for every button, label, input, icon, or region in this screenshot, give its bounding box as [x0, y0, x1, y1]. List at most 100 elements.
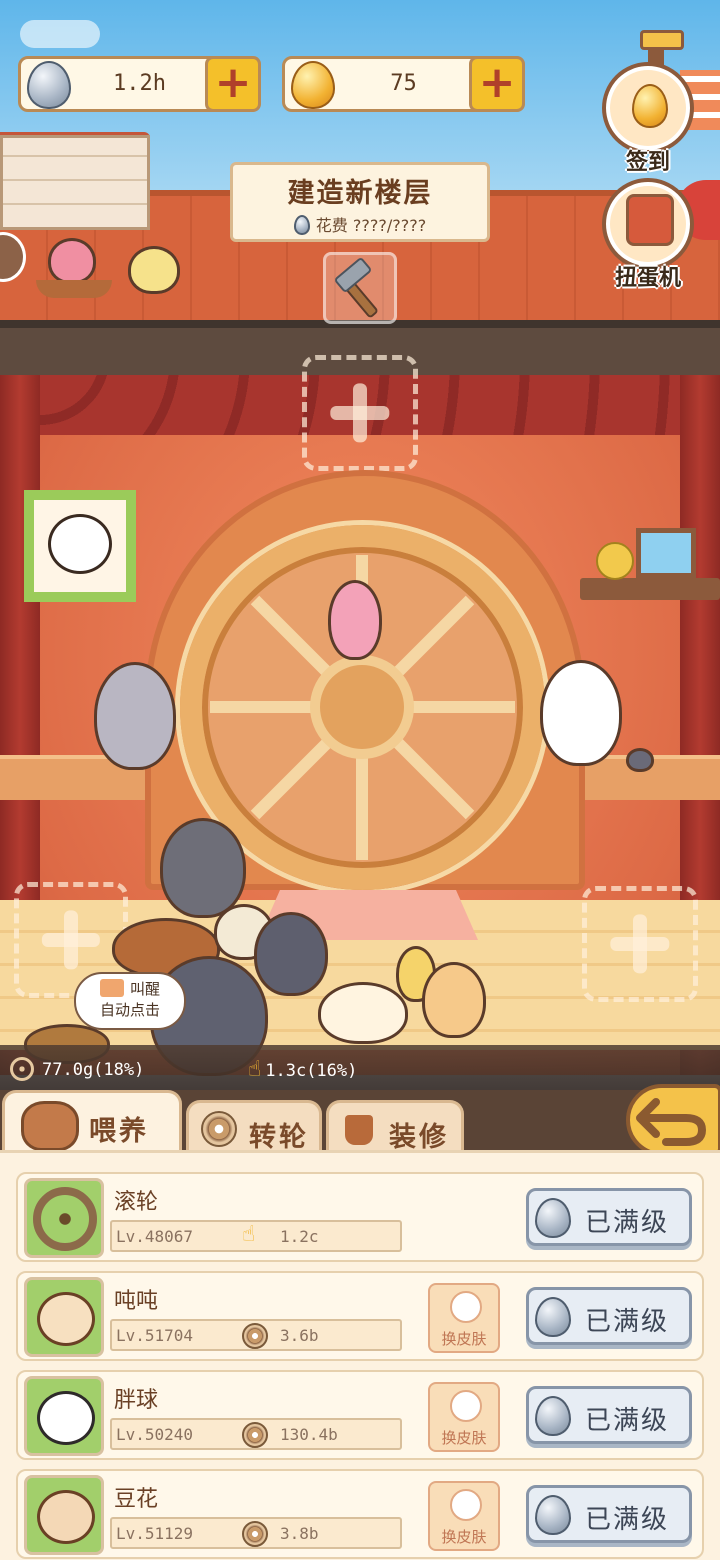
grey-cat-pet[interactable] [160, 818, 246, 918]
chick-pet[interactable] [422, 962, 486, 1038]
max-level-button[interactable]: 已满级 [526, 1188, 692, 1246]
max-level-button[interactable]: 已满级 [526, 1386, 692, 1444]
item-name: 滚轮 [114, 1190, 159, 1215]
dark-bird-pet[interactable] [254, 912, 328, 996]
guinea-pig-pet[interactable] [318, 982, 408, 1044]
pink-bird-pet[interactable] [48, 238, 96, 284]
hamster-icon [37, 1490, 95, 1544]
gold-currency-bar: 75 + [282, 56, 525, 112]
signin-calendar-icon [632, 84, 668, 128]
hamster-thumbnail [24, 1475, 104, 1555]
level-bar: Lv.51704 3.6b [110, 1319, 402, 1351]
tab-decorate-label: 装修 [389, 1122, 449, 1153]
landscape-picture [636, 528, 696, 578]
tap-hand-icon: ☝ [242, 1222, 256, 1247]
bunny-pet-on-wheel[interactable] [328, 580, 382, 660]
item-level: Lv.48067 [116, 1227, 194, 1246]
add-decoration-slot-top[interactable] [302, 355, 418, 471]
yellow-chick-pet[interactable] [128, 246, 180, 294]
gacha-machine-button[interactable]: 扭蛋机 [602, 178, 694, 291]
feed-hamster-icon [21, 1101, 79, 1151]
change-skin-button[interactable]: 换皮肤 [428, 1481, 500, 1551]
max-level-label: 已满级 [585, 1505, 670, 1535]
auto-click-bubble[interactable]: 叫醒 自动点击 [74, 972, 186, 1030]
grey-egg-icon [535, 1396, 571, 1436]
item-level: Lv.50240 [116, 1425, 194, 1444]
max-level-button[interactable]: 已满级 [526, 1287, 692, 1345]
change-skin-label: 换皮肤 [441, 1528, 487, 1546]
cat-face-icon [450, 1489, 482, 1521]
wheel-icon [33, 1187, 97, 1251]
tab-wheel[interactable]: 转轮 [186, 1100, 322, 1153]
cloud [20, 20, 100, 48]
grey-egg-icon [27, 61, 71, 109]
build-new-floor-sign[interactable]: 建造新楼层 花费 ????/???? [230, 162, 490, 242]
item-rate: 130.4b [280, 1425, 338, 1444]
nest [36, 280, 112, 298]
max-level-button[interactable]: 已满级 [526, 1485, 692, 1543]
back-button[interactable] [626, 1084, 720, 1156]
wheel-income-value: 77.0g(18%) [42, 1060, 145, 1080]
flower-pot-icon [345, 1115, 373, 1145]
signin-flag [640, 30, 684, 50]
gold-egg-icon [291, 61, 335, 109]
build-hammer-button[interactable] [323, 252, 397, 324]
egg-currency-bar: 1.2h + [18, 56, 261, 112]
change-skin-label: 换皮肤 [441, 1330, 487, 1348]
hamster-thumbnail [24, 1277, 104, 1357]
signin-label: 签到 [625, 150, 670, 175]
wheel-icon [10, 1057, 34, 1081]
yarn-shelf [580, 578, 720, 600]
panda-picture-frame [24, 490, 136, 602]
change-skin-button[interactable]: 换皮肤 [428, 1283, 500, 1353]
tab-wheel-label: 转轮 [249, 1122, 309, 1153]
egg-currency-value: 1.2h [113, 71, 166, 96]
wheel-income: 77.0g(18%) [10, 1057, 144, 1081]
change-skin-label: 换皮肤 [441, 1429, 487, 1447]
yarn-ball [596, 542, 634, 580]
list-item: 豆花 Lv.51129 3.8b 换皮肤 已满级 [16, 1469, 704, 1559]
tab-decorate[interactable]: 装修 [326, 1100, 464, 1153]
build-title: 建造新楼层 [287, 178, 433, 209]
panda-thumbnail [24, 1376, 104, 1456]
max-level-label: 已满级 [585, 1307, 670, 1337]
wheel-coin-icon [242, 1422, 268, 1448]
wheel-icon [201, 1111, 237, 1147]
chinchilla-pet[interactable] [94, 662, 176, 770]
panda-pet[interactable] [540, 660, 622, 766]
list-item: 胖球 Lv.50240 130.4b 换皮肤 已满级 [16, 1370, 704, 1460]
add-gold-currency-button[interactable]: + [469, 56, 525, 112]
item-level: Lv.51129 [116, 1524, 194, 1543]
tap-income-value: 1.3c(16%) [265, 1061, 358, 1081]
item-level: Lv.51704 [116, 1326, 194, 1345]
max-level-label: 已满级 [585, 1406, 670, 1436]
wheel-coin-icon [242, 1323, 268, 1349]
add-egg-currency-button[interactable]: + [205, 56, 261, 112]
return-arrow-icon [636, 1098, 707, 1146]
tab-feed[interactable]: 喂养 [2, 1090, 182, 1154]
cat-face-icon [450, 1291, 482, 1323]
grey-egg-icon [535, 1198, 571, 1238]
panda-portrait [48, 514, 112, 574]
chimney [0, 135, 150, 230]
cost-value: ????/???? [352, 216, 427, 235]
wheel-coin-icon [242, 1521, 268, 1547]
auto-click-line2: 自动点击 [99, 1001, 160, 1019]
panda-icon [37, 1391, 95, 1445]
level-bar: Lv.50240 130.4b [110, 1418, 402, 1450]
item-rate: 3.8b [280, 1524, 319, 1543]
tab-feed-label: 喂养 [89, 1116, 149, 1147]
list-item: 吨吨 Lv.51704 3.6b 换皮肤 已满级 [16, 1271, 704, 1361]
signin-button[interactable]: 签到 [602, 62, 694, 175]
income-stats-bar: 77.0g(18%) ☝ 1.3c(16%) [0, 1045, 720, 1090]
hamster-icon [37, 1292, 95, 1346]
item-rate: 3.6b [280, 1326, 319, 1345]
tap-hand-icon: ☝ [248, 1057, 262, 1082]
cost-label: 花费 [315, 216, 348, 235]
add-decoration-slot-right[interactable] [582, 886, 698, 1002]
change-skin-button[interactable]: 换皮肤 [428, 1382, 500, 1452]
item-name: 胖球 [114, 1388, 159, 1413]
cat-face-icon [450, 1390, 482, 1422]
wheel-hub [310, 655, 414, 759]
mouse-pet[interactable] [626, 748, 654, 772]
